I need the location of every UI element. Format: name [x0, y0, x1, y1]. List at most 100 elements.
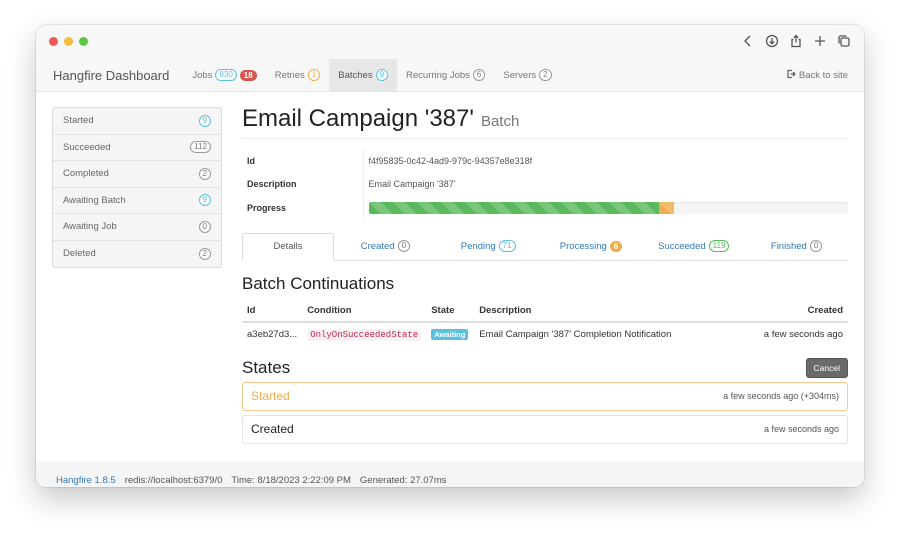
- cancel-batch-button[interactable]: Cancel: [805, 357, 848, 378]
- browser-toolbar: [740, 32, 852, 50]
- tab-count-badge: 119: [708, 240, 730, 252]
- state-time: a few seconds ago (+304ms): [723, 391, 839, 401]
- tab-count-badge: 0: [809, 240, 823, 252]
- download-icon[interactable]: [764, 32, 780, 50]
- brand-link[interactable]: Hangfire Dashboard: [36, 59, 179, 91]
- continuation-condition: OnlyOnSucceededState: [307, 328, 422, 341]
- sidebar-item-started[interactable]: Started 9: [53, 108, 221, 135]
- nav-retries-label: Retries: [274, 69, 305, 81]
- sidebar-item-label: Awaiting Batch: [63, 194, 126, 206]
- progress-processing-segment: [658, 201, 674, 214]
- sidebar-item-succeeded[interactable]: Succeeded 112: [53, 135, 221, 161]
- nav-batches-label: Batches: [338, 69, 373, 81]
- column-header-state: State: [426, 299, 475, 323]
- continuation-id-link[interactable]: a3eb27d3...: [242, 322, 302, 346]
- tab-pending[interactable]: Pending 71: [437, 233, 540, 260]
- detail-row-id: Id f4f95835-0c42-4ad9-979c-94357e8e318f: [242, 149, 848, 173]
- generation-time: Generated: 27.07ms: [359, 475, 447, 486]
- minimize-window-button[interactable]: [64, 37, 73, 46]
- state-name: Started: [251, 389, 290, 403]
- close-window-button[interactable]: [49, 37, 58, 46]
- batch-details-table: Id f4f95835-0c42-4ad9-979c-94357e8e318f …: [242, 149, 848, 220]
- detail-row-description: Description Email Campaign '387': [242, 172, 848, 196]
- jobs-failed-badge: 18: [239, 69, 257, 81]
- sidebar-item-deleted[interactable]: Deleted 2: [53, 241, 221, 268]
- nav-servers-label: Servers: [503, 69, 537, 81]
- page-header: Email Campaign '387' Batch: [242, 105, 848, 139]
- tab-label: Processing: [559, 240, 607, 252]
- tab-finished[interactable]: Finished 0: [745, 233, 848, 260]
- sidebar-item-count: 9: [198, 194, 211, 207]
- sidebar-item-label: Succeeded: [63, 141, 111, 153]
- nav-retries[interactable]: Retries 1: [266, 59, 330, 91]
- back-icon[interactable]: [740, 32, 756, 50]
- sidebar-item-completed[interactable]: Completed 2: [53, 161, 221, 188]
- detail-label: Id: [242, 149, 364, 173]
- retries-count-badge: 1: [307, 69, 321, 81]
- states-heading: States: [242, 357, 291, 377]
- states-header: States Cancel: [242, 357, 848, 378]
- tabs-overview-icon[interactable]: [836, 32, 852, 50]
- back-to-site-link[interactable]: Back to site: [786, 59, 848, 92]
- column-header-condition: Condition: [302, 299, 427, 323]
- detail-row-progress: Progress: [242, 196, 848, 220]
- sidebar-item-count: 112: [190, 141, 211, 154]
- batches-count-badge: 9: [375, 69, 389, 81]
- batch-states-sidebar: Started 9 Succeeded 112 Completed 2 Awai…: [52, 107, 222, 268]
- tab-label: Created: [360, 240, 395, 252]
- continuations-heading: Batch Continuations: [242, 273, 395, 293]
- nav-recurring-jobs-label: Recurring Jobs: [406, 69, 470, 81]
- back-to-site-label: Back to site: [798, 70, 848, 81]
- share-icon[interactable]: [788, 32, 804, 50]
- sidebar-item-label: Awaiting Job: [63, 221, 117, 233]
- sidebar-item-awaiting-batch[interactable]: Awaiting Batch 9: [53, 188, 221, 214]
- nav-recurring-jobs[interactable]: Recurring Jobs 6: [397, 59, 494, 91]
- main-content: Email Campaign '387' Batch Id f4f95835-0…: [242, 92, 848, 444]
- recurring-jobs-count-badge: 6: [472, 69, 486, 81]
- nav-batches[interactable]: Batches 9: [329, 59, 398, 91]
- continuations-table: Id Condition State Description Created a…: [242, 299, 848, 346]
- browser-window: Hangfire Dashboard Jobs 830 18 Retries 1…: [36, 25, 864, 487]
- maximize-window-button[interactable]: [79, 37, 88, 46]
- state-name: Created: [251, 422, 294, 436]
- tab-processing[interactable]: Processing 6: [540, 233, 643, 260]
- sidebar-item-awaiting-job[interactable]: Awaiting Job 0: [53, 214, 221, 241]
- batch-progress-bar: [368, 201, 848, 214]
- new-tab-icon[interactable]: [812, 32, 828, 50]
- column-header-id: Id: [242, 299, 303, 323]
- detail-label: Description: [242, 172, 364, 196]
- traffic-lights: [49, 37, 88, 46]
- nav-servers[interactable]: Servers 2: [494, 59, 560, 91]
- storage-info: redis://localhost:6379/0: [124, 475, 223, 486]
- continuation-created: a few seconds ago: [763, 328, 843, 340]
- column-header-created: Created: [733, 299, 848, 323]
- sidebar-item-label: Deleted: [63, 248, 96, 260]
- tab-succeeded[interactable]: Succeeded 119: [642, 233, 745, 260]
- continuation-state-badge: Awaiting: [431, 328, 469, 340]
- tab-details[interactable]: Details: [242, 232, 334, 261]
- sign-out-icon: [786, 69, 796, 82]
- tab-label: Pending: [460, 240, 496, 252]
- sidebar-item-label: Completed: [63, 168, 109, 180]
- page-subtitle: Batch: [480, 113, 520, 130]
- tab-count-badge: 6: [609, 240, 623, 252]
- nav-jobs-label: Jobs: [192, 69, 213, 81]
- sidebar-item-count: 0: [198, 220, 211, 233]
- sidebar-item-count: 2: [198, 247, 211, 260]
- tab-label: Finished: [770, 240, 807, 252]
- sidebar-item-label: Started: [63, 115, 94, 127]
- server-time: Time: 8/18/2023 2:22:09 PM: [231, 475, 351, 486]
- table-header-row: Id Condition State Description Created: [242, 299, 848, 323]
- state-time: a few seconds ago: [763, 424, 839, 434]
- hangfire-version-link[interactable]: Hangfire 1.8.5: [56, 475, 116, 486]
- page-title: Email Campaign '387': [242, 105, 474, 132]
- sidebar-item-count: 9: [198, 114, 211, 127]
- batch-tabs: Details Created 0 Pending 71 Processing …: [242, 232, 848, 261]
- batch-description-value: Email Campaign '387': [368, 179, 456, 190]
- nav-jobs[interactable]: Jobs 830 18: [183, 59, 265, 91]
- tab-created[interactable]: Created 0: [334, 233, 437, 260]
- continuation-description: Email Campaign '387' Completion Notifica…: [479, 328, 672, 340]
- sidebar-item-count: 2: [198, 167, 211, 180]
- column-header-description: Description: [474, 299, 734, 323]
- state-item-started: Started a few seconds ago (+304ms): [242, 381, 848, 411]
